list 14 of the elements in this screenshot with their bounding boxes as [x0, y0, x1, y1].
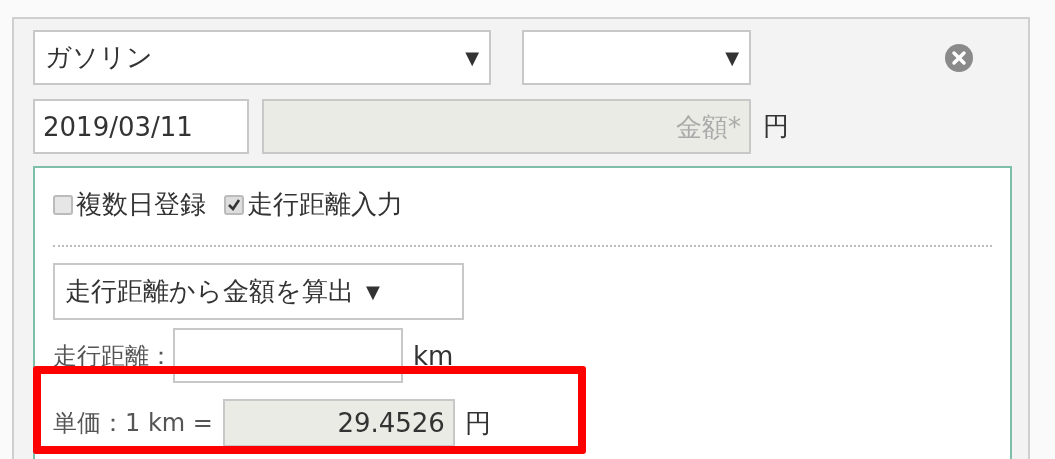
close-icon[interactable]: [944, 42, 974, 73]
checkbox[interactable]: [53, 194, 73, 215]
unit-price-label: 単価：1 km =: [53, 408, 213, 439]
checkbox[interactable]: [224, 194, 244, 215]
checkbox-label: 走行距離入力: [247, 188, 403, 221]
mode-select[interactable]: 走行距離から金額を算出 ▼: [53, 263, 464, 320]
date-field[interactable]: 2019/03/11: [33, 99, 249, 154]
subcategory-select[interactable]: ▼: [522, 30, 751, 85]
price-unit: 円: [464, 406, 491, 440]
category-select[interactable]: ガソリン ▼: [33, 30, 491, 85]
currency-unit: 円: [763, 110, 789, 143]
distance-unit: km: [413, 340, 454, 371]
unit-price-field: 29.4526: [222, 399, 455, 447]
checkbox-label: 複数日登録: [76, 188, 206, 221]
